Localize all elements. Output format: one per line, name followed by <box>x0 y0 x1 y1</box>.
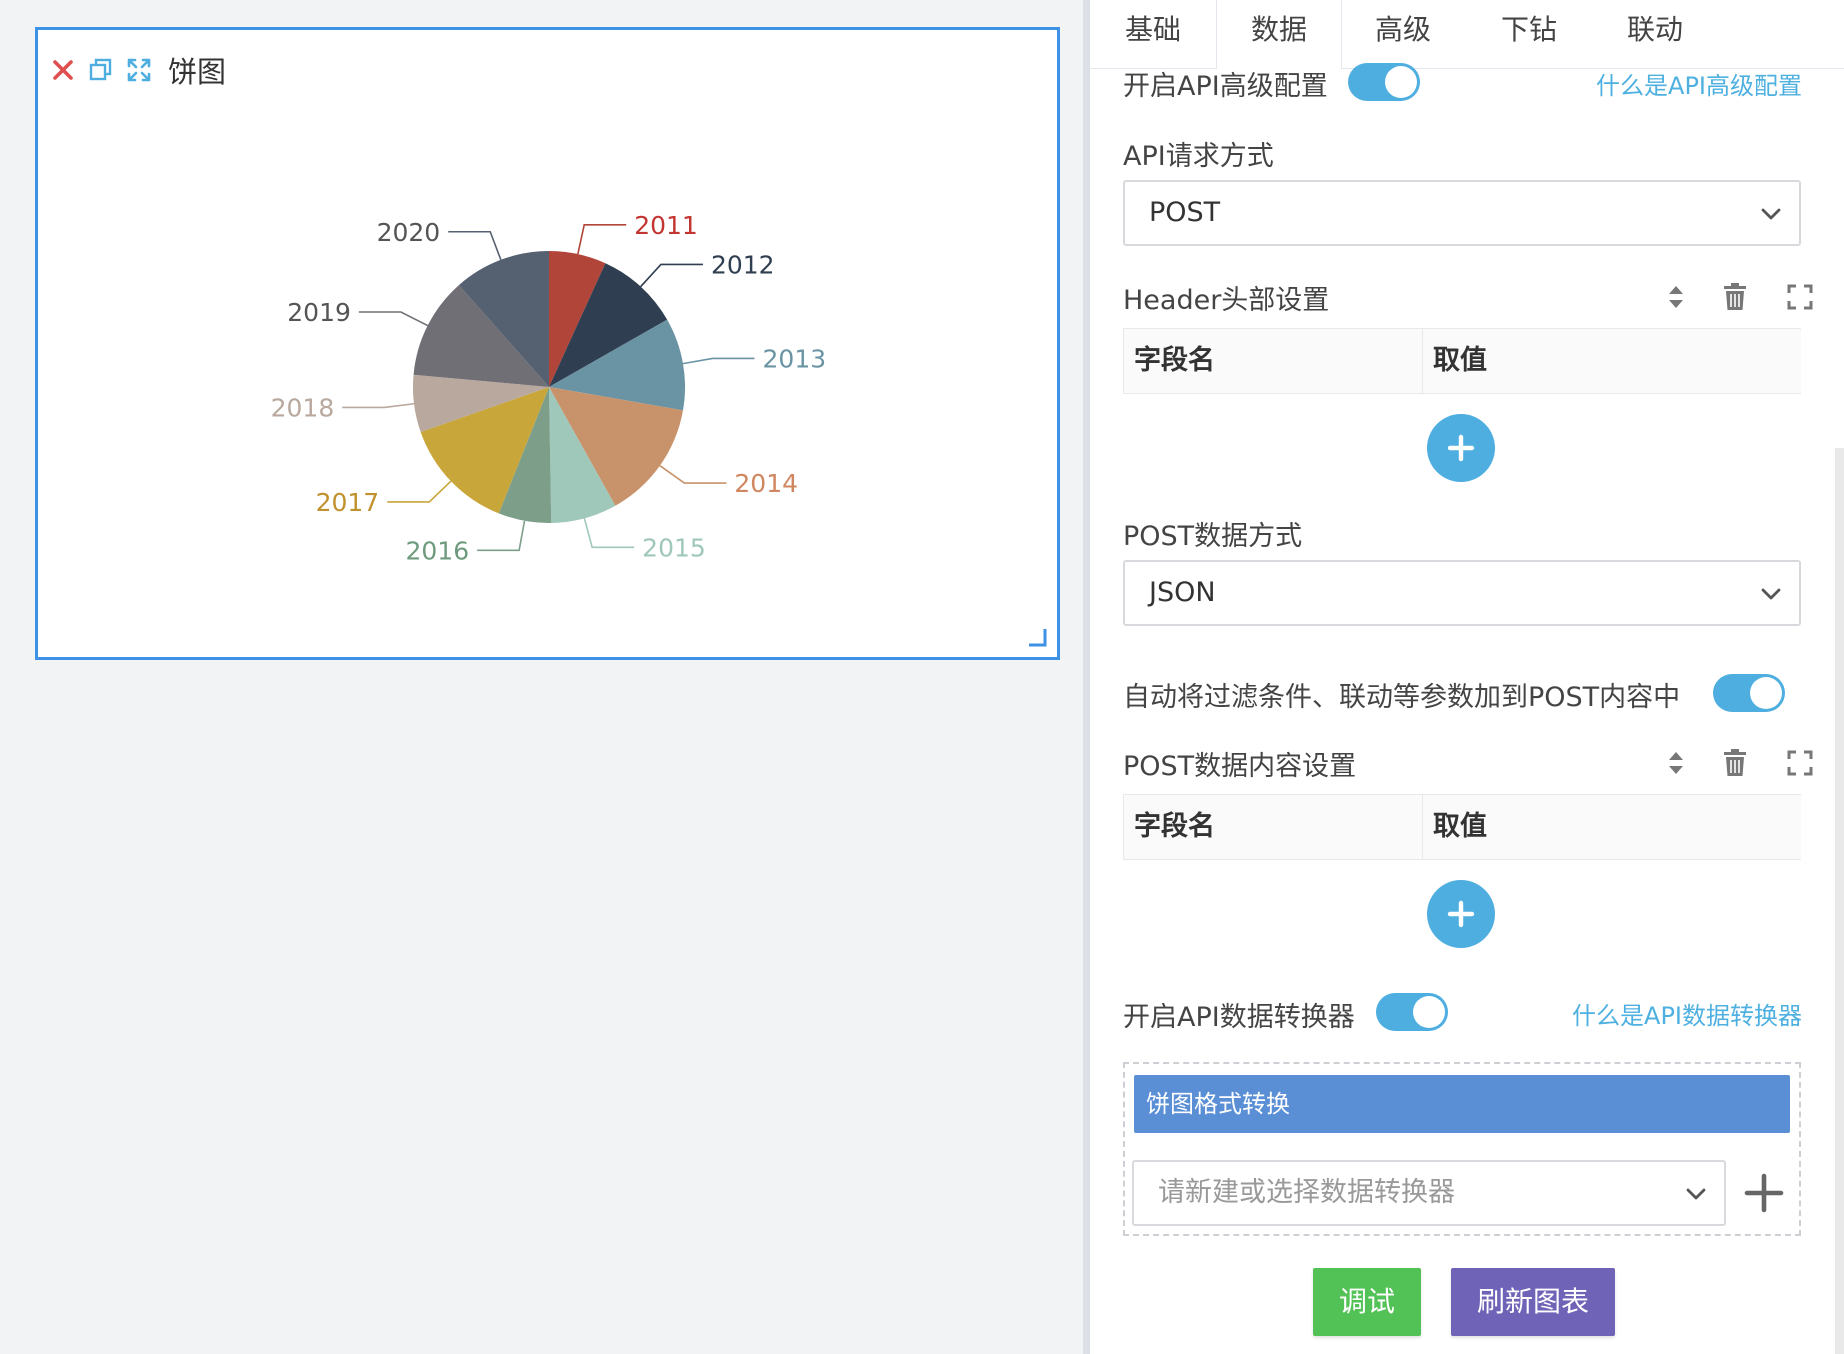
sort-icon[interactable] <box>1661 280 1691 314</box>
config-panel: 基础 数据 高级 下钻 联动 开启API高级配置 什么是API高级配置 API请… <box>1090 0 1844 1354</box>
fullscreen-icon[interactable] <box>1785 280 1815 314</box>
pie-leader-line <box>477 520 526 552</box>
panel-divider[interactable] <box>1083 0 1090 1354</box>
converter-select[interactable]: 请新建或选择数据转换器 <box>1132 1160 1726 1226</box>
pie-leader-line <box>659 465 727 484</box>
header-add-button[interactable] <box>1427 414 1495 482</box>
tab-drilldown[interactable]: 下钻 <box>1466 0 1592 68</box>
pie-label: 2016 <box>406 536 470 565</box>
post-mode-select[interactable]: JSON <box>1123 560 1801 626</box>
tab-data[interactable]: 数据 <box>1216 0 1342 69</box>
tab-advanced[interactable]: 高级 <box>1340 0 1466 68</box>
pie-label: 2020 <box>377 218 441 247</box>
converter-help-link[interactable]: 什么是API数据转换器 <box>1572 996 1802 1031</box>
pie-label: 2015 <box>642 533 706 562</box>
post-body-section-head: POST数据内容设置 <box>1123 744 1813 784</box>
switch-knob <box>1750 677 1782 709</box>
auto-params-label: 自动将过滤条件、联动等参数加到POST内容中 <box>1123 682 1681 713</box>
header-col-name: 字段名 <box>1123 329 1423 393</box>
request-method-label: API请求方式 <box>1123 141 1274 172</box>
tab-linkage[interactable]: 联动 <box>1592 0 1718 68</box>
pie-leader-line <box>387 480 452 503</box>
pie-leader-line <box>358 311 429 327</box>
header-section-label: Header头部设置 <box>1123 285 1330 316</box>
pie-label: 2017 <box>316 488 380 517</box>
refresh-chart-button[interactable]: 刷新图表 <box>1451 1268 1615 1336</box>
post-body-table: 字段名 取值 <box>1123 794 1801 860</box>
pie-label: 2014 <box>734 469 798 498</box>
trash-icon[interactable] <box>1720 280 1750 314</box>
sort-icon[interactable] <box>1661 746 1691 780</box>
pie-label: 2013 <box>763 344 827 373</box>
trash-icon[interactable] <box>1720 746 1750 780</box>
converter-switch[interactable] <box>1376 993 1448 1031</box>
switch-knob <box>1385 66 1417 98</box>
post-mode-value: JSON <box>1149 577 1216 608</box>
plus-icon <box>1447 434 1475 462</box>
switch-knob <box>1413 996 1445 1028</box>
pie-leader-line <box>577 223 627 255</box>
pie-leader-line <box>448 230 502 261</box>
pie-chart: 2011 2012 2013 2014 2015 2016 2017 2018 2019 2020 <box>271 211 827 566</box>
tab-basic[interactable]: 基础 <box>1090 0 1216 68</box>
header-col-value: 取值 <box>1433 345 1487 376</box>
pie-leader-line <box>583 518 635 549</box>
pie-leader-line <box>682 357 755 365</box>
post-body-section-label: POST数据内容设置 <box>1123 751 1357 782</box>
api-advanced-label: 开启API高级配置 <box>1123 71 1328 102</box>
api-advanced-help-link[interactable]: 什么是API高级配置 <box>1596 66 1802 101</box>
pie-leader-line <box>640 263 703 288</box>
pie-leader-line <box>342 402 415 409</box>
add-converter-icon[interactable] <box>1741 1170 1787 1216</box>
scrollbar[interactable] <box>1835 448 1844 1354</box>
converter-select-placeholder: 请新建或选择数据转换器 <box>1158 1177 1455 1208</box>
chevron-down-icon <box>1686 1188 1706 1200</box>
converter-label: 开启API数据转换器 <box>1123 1002 1355 1033</box>
post-body-col-name: 字段名 <box>1123 795 1423 859</box>
request-method-select[interactable]: POST <box>1123 180 1801 246</box>
auto-params-switch[interactable] <box>1713 674 1785 712</box>
request-method-value: POST <box>1149 197 1221 228</box>
post-body-add-button[interactable] <box>1427 880 1495 948</box>
header-section-head: Header头部设置 <box>1123 278 1813 318</box>
header-table: 字段名 取值 <box>1123 328 1801 394</box>
converter-item[interactable]: 饼图格式转换 <box>1134 1075 1790 1133</box>
tab-bar: 基础 数据 高级 下钻 联动 <box>1090 0 1844 69</box>
pie-label: 2012 <box>711 250 775 279</box>
chevron-down-icon <box>1761 208 1781 220</box>
debug-button[interactable]: 调试 <box>1313 1268 1421 1336</box>
plus-icon <box>1447 900 1475 928</box>
chevron-down-icon <box>1761 588 1781 600</box>
post-mode-label: POST数据方式 <box>1123 521 1303 552</box>
api-advanced-switch[interactable] <box>1348 63 1420 101</box>
chart-card[interactable]: 饼图 2011 2012 2013 2014 2015 2016 2017 2018 2019 2… <box>35 27 1060 660</box>
resize-handle[interactable] <box>1027 627 1047 647</box>
pie-label: 2019 <box>287 298 351 327</box>
fullscreen-icon[interactable] <box>1785 746 1815 780</box>
pie-label: 2011 <box>634 211 698 240</box>
pie-label: 2018 <box>271 393 335 422</box>
converter-box: 饼图格式转换 请新建或选择数据转换器 <box>1123 1062 1801 1236</box>
post-body-col-value: 取值 <box>1433 811 1487 842</box>
